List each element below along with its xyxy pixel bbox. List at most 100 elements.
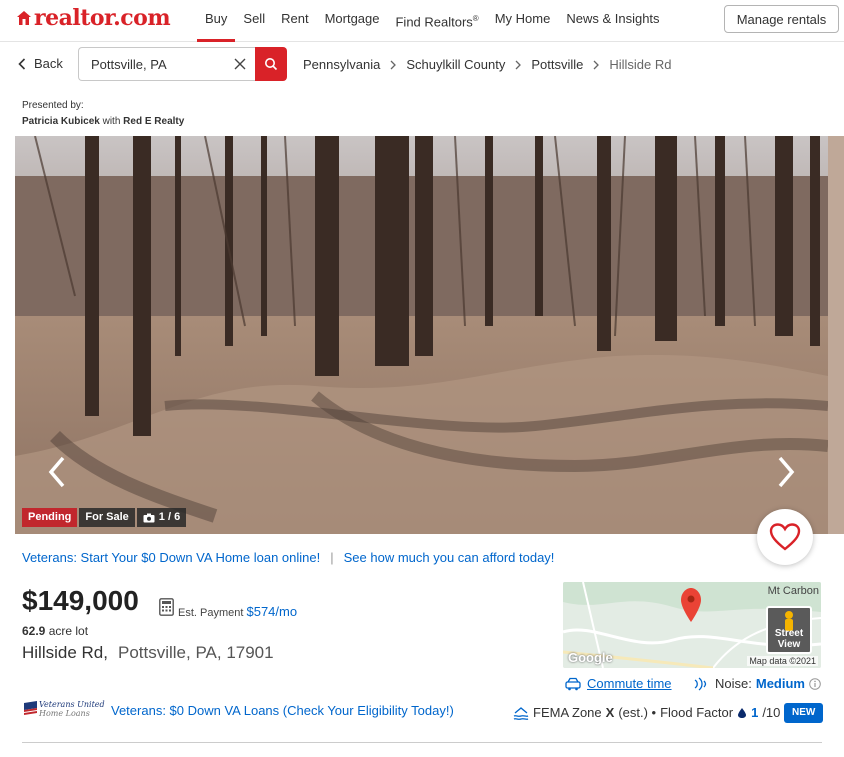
main-nav: Buy Sell Rent Mortgage Find Realtors® My… bbox=[197, 0, 668, 42]
fema-suffix: (est.) • bbox=[618, 705, 657, 720]
chevron-right-icon bbox=[593, 60, 600, 70]
commute-time-link[interactable]: Commute time bbox=[565, 676, 672, 691]
logo-line-2: Home Loans bbox=[39, 709, 90, 718]
photo-badges: Pending For Sale 1 / 6 bbox=[22, 508, 187, 527]
manage-rentals-button[interactable]: Manage rentals bbox=[724, 5, 839, 33]
photo-count: 1 / 6 bbox=[158, 511, 181, 523]
site-header: realtor.com Buy Sell Rent Mortgage Find … bbox=[0, 0, 844, 42]
promo-divider: | bbox=[330, 550, 334, 565]
breadcrumb-city[interactable]: Pottsville bbox=[531, 57, 583, 72]
listing-photo[interactable] bbox=[15, 136, 828, 534]
search-button[interactable] bbox=[255, 47, 287, 81]
flood-house-icon bbox=[513, 706, 529, 720]
nav-label: Sell bbox=[243, 11, 266, 26]
nav-my-home[interactable]: My Home bbox=[487, 0, 559, 42]
next-photo-peek bbox=[828, 136, 844, 534]
agent-line: Patricia Kubicek with Red E Realty bbox=[22, 114, 184, 130]
chevron-right-icon bbox=[515, 60, 522, 70]
veterans-united-logo[interactable]: Veterans United Home Loans bbox=[23, 700, 107, 722]
fema-zone: X bbox=[605, 705, 615, 720]
google-logo: Google bbox=[568, 650, 613, 665]
search-icon bbox=[265, 58, 278, 71]
afford-link[interactable]: See how much you can afford today! bbox=[344, 550, 555, 565]
nav-label: Find Realtors bbox=[395, 14, 473, 30]
registered-mark: ® bbox=[472, 14, 479, 23]
map-place-label: Mt Carbon bbox=[767, 585, 819, 597]
back-label: Back bbox=[34, 56, 63, 71]
commute-label: Commute time bbox=[587, 676, 672, 691]
est-payment-link[interactable]: $574/mo bbox=[246, 604, 297, 619]
address-city: Pottsville, PA, 17901 bbox=[117, 643, 274, 662]
flood-drop-icon bbox=[738, 707, 747, 718]
with-text: with bbox=[102, 116, 121, 127]
flood-factor-value: 1 bbox=[751, 705, 759, 720]
brokerage-name[interactable]: Red E Realty bbox=[123, 116, 184, 127]
breadcrumb-state[interactable]: Pennsylvania bbox=[303, 57, 380, 72]
lot-size: 62.9 acre lot bbox=[22, 624, 88, 638]
nav-find-realtors[interactable]: Find Realtors® bbox=[387, 0, 486, 42]
nav-rent[interactable]: Rent bbox=[273, 0, 316, 42]
breadcrumb-street: Hillside Rd bbox=[609, 57, 672, 72]
flood-factor-label: Flood Factor bbox=[660, 705, 734, 720]
back-link[interactable]: Back bbox=[18, 56, 63, 71]
previous-photo-icon[interactable] bbox=[43, 454, 71, 490]
info-icon[interactable] bbox=[809, 677, 821, 690]
new-badge: NEW bbox=[784, 703, 824, 723]
va-promo-link[interactable]: Veterans: Start Your $0 Down VA Home loa… bbox=[22, 550, 320, 565]
brand-name: realtor.com bbox=[34, 5, 171, 31]
flood-risk-row[interactable]: FEMA Zone X (est.) • Flood Factor 1 /10 bbox=[513, 705, 780, 720]
nav-label: Buy bbox=[205, 11, 228, 26]
promo-row: Veterans: Start Your $0 Down VA Home loa… bbox=[22, 550, 554, 565]
camera-icon bbox=[143, 513, 155, 522]
forest-photo bbox=[15, 136, 828, 534]
street-view-button[interactable]: Street View bbox=[766, 606, 812, 654]
breadcrumb: Pennsylvania Schuylkill County Pottsvill… bbox=[303, 57, 672, 72]
nav-buy[interactable]: Buy bbox=[197, 0, 236, 42]
car-icon bbox=[565, 677, 581, 690]
heart-icon bbox=[769, 523, 801, 551]
logo-line-1: Veterans United bbox=[39, 700, 105, 709]
save-favorite-button[interactable] bbox=[757, 509, 813, 565]
chevron-right-icon bbox=[390, 60, 397, 70]
breadcrumb-county[interactable]: Schuylkill County bbox=[406, 57, 505, 72]
listing-address: Hillside Rd, Pottsville, PA, 17901 bbox=[22, 643, 274, 663]
nav-label: My Home bbox=[494, 11, 551, 26]
nav-label: News & Insights bbox=[566, 11, 660, 26]
nav-mortgage[interactable]: Mortgage bbox=[317, 0, 388, 42]
street-view-label: View bbox=[777, 639, 801, 650]
next-photo-icon[interactable] bbox=[772, 454, 800, 490]
calculator-icon[interactable] bbox=[159, 598, 174, 616]
search-input[interactable]: Pottsville, PA bbox=[78, 47, 255, 81]
noise-value: Medium bbox=[755, 676, 805, 691]
chevron-left-icon bbox=[18, 57, 26, 70]
house-logo-icon bbox=[17, 11, 31, 25]
type-badge: For Sale bbox=[79, 508, 135, 527]
map-attribution: Map data ©2021 bbox=[747, 656, 818, 666]
address-street: Hillside Rd, bbox=[22, 643, 108, 662]
estimated-payment: Est. Payment $574/mo bbox=[178, 604, 297, 619]
realtor-logo[interactable]: realtor.com bbox=[16, 5, 171, 31]
noise-level[interactable]: Noise: Medium bbox=[693, 676, 821, 691]
est-label: Est. Payment bbox=[178, 607, 244, 619]
noise-label: Noise: bbox=[715, 676, 752, 691]
presented-label: Presented by: bbox=[22, 100, 84, 111]
nav-news-insights[interactable]: News & Insights bbox=[558, 0, 667, 42]
presented-by: Presented by: Patricia Kubicek with Red … bbox=[22, 98, 184, 130]
clear-icon[interactable] bbox=[233, 57, 247, 71]
flood-factor-scale: /10 bbox=[762, 705, 781, 720]
listing-price: $149,000 bbox=[22, 585, 139, 616]
status-badge: Pending bbox=[22, 508, 78, 527]
street-view-label: Street bbox=[774, 628, 804, 639]
lot-size-value: 62.9 bbox=[22, 624, 46, 638]
photo-count-badge[interactable]: 1 / 6 bbox=[136, 508, 187, 527]
section-divider bbox=[22, 742, 822, 743]
nav-label: Rent bbox=[281, 11, 309, 26]
nav-label: Mortgage bbox=[324, 11, 380, 26]
agent-name[interactable]: Patricia Kubicek bbox=[22, 116, 100, 127]
nav-sell[interactable]: Sell bbox=[235, 0, 273, 42]
noise-icon bbox=[694, 676, 707, 691]
va-loans-link[interactable]: Veterans: $0 Down VA Loans (Check Your E… bbox=[111, 703, 454, 718]
search-value: Pottsville, PA bbox=[91, 56, 167, 72]
lot-size-unit: acre lot bbox=[48, 624, 89, 638]
fema-label: FEMA Zone bbox=[533, 705, 602, 720]
